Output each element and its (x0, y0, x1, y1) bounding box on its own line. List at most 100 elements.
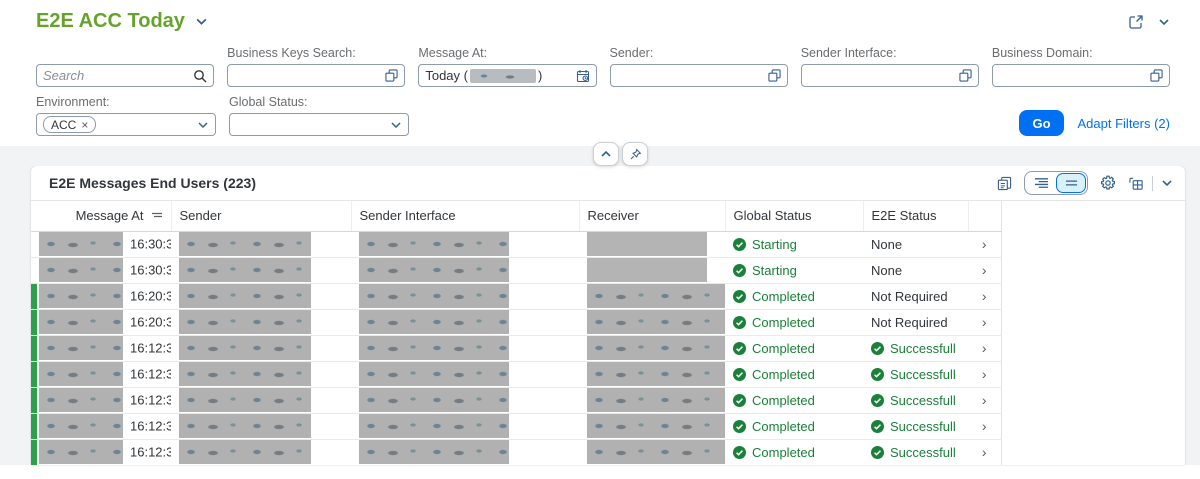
row-chevron-icon[interactable]: › (968, 283, 1001, 309)
e2e-status-text: Not Required (871, 289, 948, 304)
share-icon[interactable] (1128, 14, 1144, 30)
cell-sender (171, 335, 351, 361)
check-circle-icon (871, 420, 884, 433)
table-row[interactable]: 16:12:34CompletedSuccessfull› (31, 361, 1001, 387)
table-row[interactable]: 16:30:36StartingNone› (31, 231, 1001, 257)
row-chevron-icon[interactable]: › (968, 309, 1001, 335)
value-help-icon[interactable] (1150, 69, 1163, 82)
business-domain-label: Business Domain: (992, 46, 1170, 60)
row-chevron-icon[interactable]: › (968, 387, 1001, 413)
redacted-sender (179, 310, 311, 334)
message-time: 16:30:36 (130, 263, 171, 278)
export-menu-button[interactable] (1161, 179, 1173, 187)
cell-e2e-status: Successfull (863, 413, 968, 439)
row-chevron-icon[interactable]: › (968, 231, 1001, 257)
adapt-filters-link[interactable]: Adapt Filters (2) (1078, 116, 1170, 131)
redacted-date (39, 336, 123, 360)
table-row[interactable]: 16:12:35CompletedSuccessfull› (31, 335, 1001, 361)
cell-e2e-status: None (863, 257, 968, 283)
business-keys-input[interactable] (227, 64, 405, 87)
chevron-down-icon (1161, 179, 1173, 187)
cell-receiver (579, 413, 725, 439)
cell-e2e-status: Successfull (863, 387, 968, 413)
table-row[interactable]: 16:20:36CompletedNot Required› (31, 309, 1001, 335)
check-circle-icon (733, 420, 746, 433)
app-header: E2E ACC Today (0, 0, 1200, 44)
row-chevron-icon[interactable]: › (968, 257, 1001, 283)
message-time: 16:12:34 (130, 393, 171, 408)
message-time: 16:12:35 (130, 341, 171, 356)
column-header-e2e-status[interactable]: E2E Status (863, 201, 968, 231)
chevron-down-icon[interactable] (197, 121, 209, 129)
message-at-input[interactable]: Today () (418, 64, 596, 87)
redacted-receiver (587, 310, 725, 334)
cell-global-status: Completed (725, 361, 863, 387)
column-header-receiver[interactable]: Receiver (579, 201, 725, 231)
condensed-rows-icon (1065, 178, 1078, 188)
value-help-icon[interactable] (959, 69, 972, 82)
message-time: 16:20:36 (130, 289, 171, 304)
message-time: 16:12:34 (130, 445, 171, 460)
table-row[interactable]: 16:12:34CompletedSuccessfull› (31, 387, 1001, 413)
check-circle-icon (733, 446, 746, 459)
column-header-message-at[interactable]: Message At (31, 201, 171, 231)
row-chevron-icon[interactable]: › (968, 413, 1001, 439)
pushpin-icon (629, 148, 642, 161)
column-header-global-status[interactable]: Global Status (725, 201, 863, 231)
cell-sender (171, 309, 351, 335)
search-icon[interactable] (193, 69, 207, 83)
filter-field-environment: Environment: ACC × (36, 95, 216, 136)
filter-field-global-status: Global Status: (229, 95, 409, 136)
search-input[interactable] (36, 64, 214, 87)
view-segment-expanded-button[interactable] (1026, 173, 1056, 193)
cell-message-at: 16:12:34 (31, 413, 171, 439)
redacted-sender-interface (359, 414, 509, 438)
pin-header-button[interactable] (622, 142, 648, 166)
environment-select[interactable]: ACC × (36, 113, 216, 136)
filter-field-sender-interface: Sender Interface: (801, 46, 979, 87)
global-status-select[interactable] (229, 113, 409, 136)
cell-message-at: 16:12:34 (31, 387, 171, 413)
redacted-receiver (587, 232, 707, 256)
chevron-down-icon[interactable] (390, 121, 402, 129)
table-row[interactable]: 16:30:36StartingNone› (31, 257, 1001, 283)
column-header-sender[interactable]: Sender (171, 201, 351, 231)
token-remove-icon[interactable]: × (81, 118, 88, 132)
row-chevron-icon[interactable]: › (968, 439, 1001, 465)
header-chevron-down-icon[interactable] (1158, 18, 1170, 26)
table-row[interactable]: 16:20:36CompletedNot Required› (31, 283, 1001, 309)
export-button[interactable] (1128, 176, 1144, 191)
redacted-date (39, 284, 123, 308)
filter-field-message-at: Message At: Today () (418, 46, 596, 87)
value-help-icon[interactable] (768, 69, 781, 82)
redacted-sender (179, 232, 311, 256)
row-chevron-icon[interactable]: › (968, 335, 1001, 361)
check-circle-icon (733, 394, 746, 407)
go-button[interactable]: Go (1019, 110, 1063, 136)
cell-receiver (579, 283, 725, 309)
redacted-sender-interface (359, 258, 509, 282)
e2e-status-text: Not Required (871, 315, 948, 330)
sender-input[interactable] (610, 64, 788, 87)
table-row[interactable]: 16:12:34CompletedSuccessfull› (31, 439, 1001, 465)
settings-button[interactable] (1100, 175, 1116, 191)
redacted-date (39, 414, 123, 438)
business-domain-input[interactable] (992, 64, 1170, 87)
search-input-field[interactable] (43, 68, 193, 83)
column-header-sender-interface[interactable]: Sender Interface (351, 201, 579, 231)
collapse-header-button[interactable] (593, 142, 619, 166)
table-row[interactable]: 16:12:34CompletedSuccessfull› (31, 413, 1001, 439)
global-status-text: Completed (752, 315, 815, 330)
title-chevron-down-icon[interactable] (195, 17, 208, 26)
sender-interface-input[interactable] (801, 64, 979, 87)
view-segment-condensed-button[interactable] (1056, 173, 1086, 193)
redacted-receiver (587, 336, 725, 360)
value-help-icon[interactable] (385, 69, 398, 82)
copy-button[interactable] (997, 176, 1012, 191)
column-header-navigation (968, 201, 1001, 231)
row-chevron-icon[interactable]: › (968, 361, 1001, 387)
e2e-status-text: Successfull (890, 445, 956, 460)
date-time-picker-icon[interactable] (576, 69, 590, 83)
environment-token[interactable]: ACC × (43, 116, 96, 133)
global-status-text: Completed (752, 367, 815, 382)
